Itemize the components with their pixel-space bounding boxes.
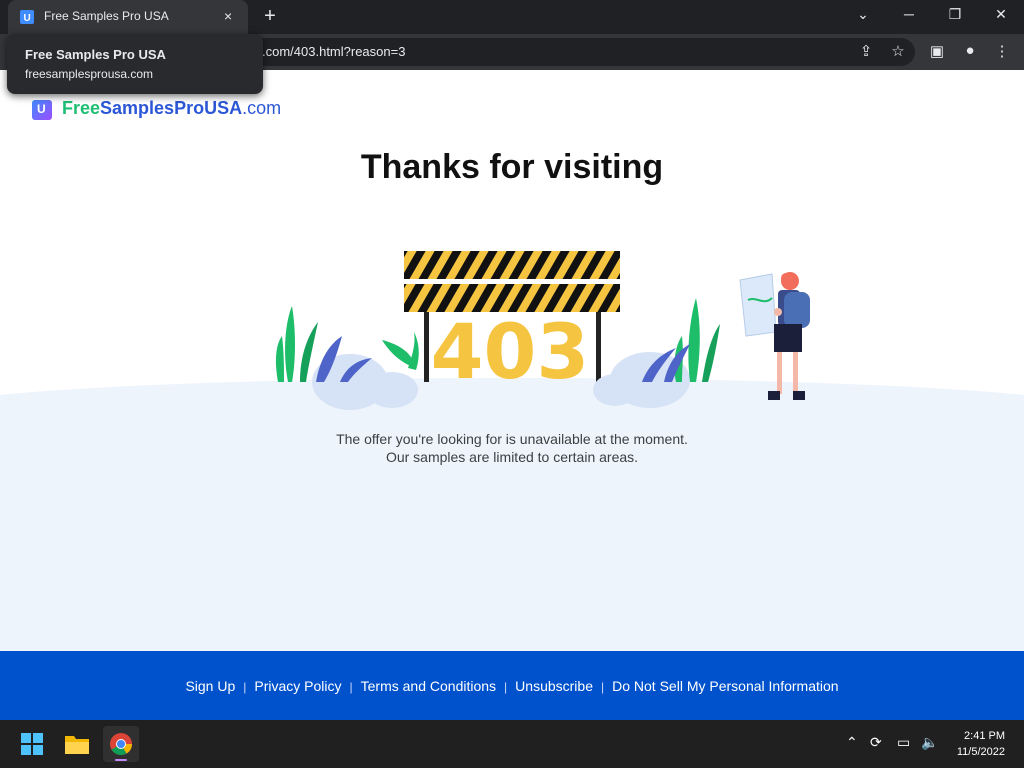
share-icon[interactable]: ⇪ — [856, 42, 876, 60]
tooltip-title: Free Samples Pro USA — [25, 47, 166, 62]
sidebar-icon[interactable]: ▣ — [927, 42, 947, 60]
logo-samples: Samples — [100, 98, 175, 118]
leaf-shape — [688, 298, 700, 382]
footer-links: Sign Up | Privacy Policy | Terms and Conditi… — [0, 678, 1024, 694]
logo-pro: Pro — [174, 98, 205, 118]
clock-time: 2:41 PM — [964, 730, 1005, 742]
leaf-shape — [285, 306, 295, 382]
tab-strip: U Free Samples Pro USA × + ⌄ ─ ❐ ✕ — [0, 0, 1024, 34]
minimize-icon[interactable]: ─ — [897, 6, 921, 22]
address-bar[interactable]: .com/403.html?reason=3 — [250, 38, 915, 66]
leaf-shape — [275, 336, 284, 382]
close-icon[interactable]: ✕ — [989, 6, 1013, 23]
unavailable-message: The offer you're looking for is unavaila… — [0, 430, 1024, 466]
tooltip-url: freesamplesprousa.com — [25, 67, 154, 81]
403-illustration: 403 — [275, 251, 810, 410]
logo-dotcom: .com — [242, 98, 282, 118]
footer-separator: | — [601, 680, 605, 694]
volume-icon[interactable]: 🔈 — [921, 734, 938, 751]
url-text: .com/403.html?reason=3 — [262, 44, 406, 59]
chrome-icon[interactable] — [103, 726, 139, 762]
svg-text:U: U — [24, 13, 31, 24]
logo-text: FreeSamplesProUSA.com — [62, 98, 281, 119]
footer-separator: | — [504, 680, 508, 694]
menu-icon[interactable]: ⋮ — [992, 42, 1012, 60]
message-line-2: Our samples are limited to certain areas… — [385, 449, 639, 465]
terms-link[interactable]: Terms and Conditions — [361, 678, 496, 694]
logo-free: Free — [62, 98, 101, 118]
message-line-1: The offer you're looking for is unavaila… — [336, 431, 688, 447]
logo-mark-icon — [32, 100, 52, 120]
leaf-shape — [408, 332, 419, 370]
network-icon[interactable]: ▭ — [897, 734, 910, 751]
tab-search-icon[interactable]: ⌄ — [851, 6, 875, 23]
sign-up-link[interactable]: Sign Up — [185, 678, 235, 694]
barrier-post — [596, 310, 601, 382]
do-not-sell-link[interactable]: Do Not Sell My Personal Information — [612, 678, 838, 694]
tab-close-button[interactable]: × — [224, 8, 232, 24]
windows-start-icon[interactable] — [14, 726, 50, 762]
unsubscribe-link[interactable]: Unsubscribe — [515, 678, 593, 694]
web-page: FreeSamplesProUSA.com Thanks for visitin… — [0, 70, 1024, 720]
footer-separator: | — [349, 680, 353, 694]
sync-icon[interactable]: ⟳ — [870, 734, 882, 751]
bush-shape — [593, 374, 637, 406]
barrier-post — [424, 310, 429, 382]
privacy-policy-link[interactable]: Privacy Policy — [254, 678, 341, 694]
site-favicon-icon: U — [20, 10, 34, 24]
tab-hover-tooltip: Free Samples Pro USA freesamplesprousa.c… — [7, 34, 263, 94]
page-title: Thanks for visiting — [360, 148, 664, 186]
tab-title: Free Samples Pro USA — [44, 9, 169, 23]
error-code-text: 403 — [431, 307, 590, 396]
footer-separator: | — [243, 680, 247, 694]
new-tab-button[interactable]: + — [260, 5, 280, 28]
traveler-figure — [739, 272, 810, 400]
clock-date: 11/5/2022 — [956, 746, 1005, 758]
system-clock[interactable]: 2:41 PM 11/5/2022 — [957, 728, 1005, 760]
logo-usa: USA — [204, 98, 243, 118]
chevron-up-icon[interactable]: ⌃ — [846, 734, 858, 751]
profile-icon[interactable]: ● — [960, 42, 980, 59]
file-explorer-icon[interactable] — [59, 726, 95, 762]
bush-shape — [366, 372, 418, 408]
browser-tab[interactable]: U Free Samples Pro USA × — [8, 0, 248, 34]
star-icon[interactable]: ☆ — [888, 42, 908, 60]
footer: Sign Up | Privacy Policy | Terms and Conditi… — [0, 651, 1024, 720]
windows-taskbar: ⌃ ⟳ ▭ 🔈 2:41 PM 11/5/2022 — [0, 720, 1024, 768]
leaf-shape — [702, 324, 720, 382]
barrier-stripe-top — [404, 251, 620, 279]
restore-icon[interactable]: ❐ — [943, 6, 967, 23]
